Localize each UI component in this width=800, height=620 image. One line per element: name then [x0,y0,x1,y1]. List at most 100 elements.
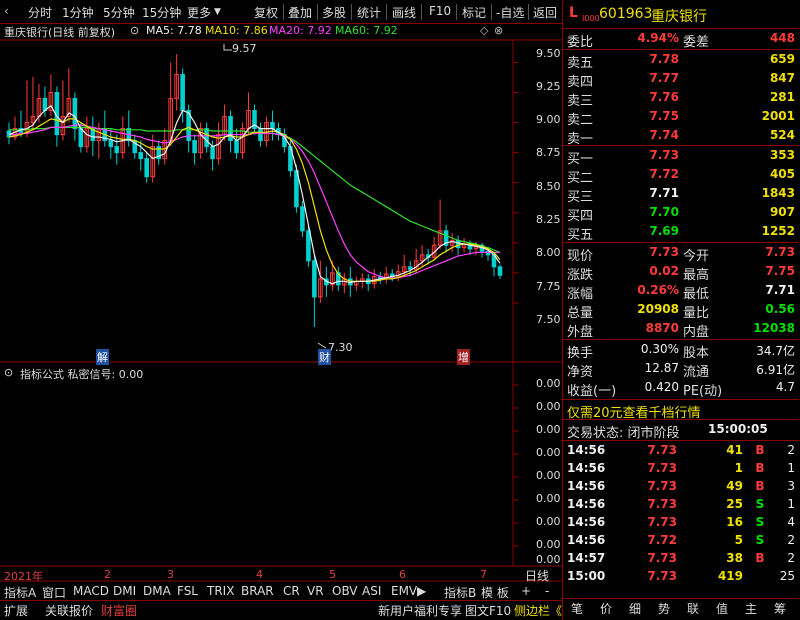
price-tick: 8.25 [536,213,561,226]
tick-time: 14:56 [567,443,606,457]
stat-label: 外盘 [567,325,594,340]
tab-macd[interactable]: MACD [73,584,109,598]
tick-count: 2 [787,443,795,457]
bid-row[interactable]: 买三 7.71 1843 [563,185,799,205]
tick-price: 7.73 [647,461,677,475]
tab-dma[interactable]: DMA [143,584,171,598]
tab-indicator-a[interactable]: 指标A [4,584,36,601]
indicator-tick: 0.00 [536,377,561,390]
side-tab[interactable]: 价 [600,600,612,617]
fund-label: 流通 [683,365,710,380]
tab-dmi[interactable]: DMI [113,584,136,598]
event-marker-zeng[interactable]: 增 [457,349,470,365]
side-tab[interactable]: 主 [745,600,757,617]
tick-direction: S [755,497,765,511]
stat-row: 现价 7.73 今开 7.73 [563,244,799,264]
candles-group [6,54,503,327]
bid-row[interactable]: 买四 7.70 907 [563,204,799,224]
tab-brar[interactable]: BRAR [241,584,274,598]
ask-row[interactable]: 卖四 7.77 847 [563,70,799,90]
ask-price: 7.75 [649,109,679,123]
tick-price: 7.73 [647,551,677,565]
tab-related-quote[interactable]: 关联报价 [45,602,93,619]
price-tick: 8.75 [536,146,561,159]
bid-row[interactable]: 买二 7.72 405 [563,166,799,186]
side-tab[interactable]: 筹 [774,600,786,617]
fund-label: PE(动) [683,384,723,399]
tab-expand[interactable]: 扩展 [4,602,28,619]
promo-link[interactable]: 新用户福利专享 [378,602,462,619]
bid-price: 7.71 [649,186,679,200]
sidebar-toggle[interactable]: 侧边栏《 [514,602,562,619]
tab-asi[interactable]: ASI [362,584,381,598]
tick-count: 3 [787,479,795,493]
bid-volume: 405 [769,167,795,181]
fund-label: 收益(一) [567,384,617,399]
tab-window[interactable]: 窗口 [42,584,66,601]
bid-row[interactable]: 买一 7.73 353 [563,147,799,167]
ask-label: 卖五 [567,56,594,71]
event-marker-jie[interactable]: 解 [96,349,109,365]
f10-text-button[interactable]: 图文F10 [465,602,511,619]
indicator-collapse-icon[interactable]: ⊙ [4,366,13,379]
tab-indicator-b[interactable]: 指标B [444,584,476,601]
tick-time: 14:56 [567,515,606,529]
tab-trix[interactable]: TRIX [207,584,234,598]
side-tab[interactable]: 势 [658,600,670,617]
indicator-tick: 0.00 [536,538,561,551]
tab-template[interactable]: 模 板 [481,584,509,601]
bid-price: 7.69 [649,224,679,238]
tab-obv[interactable]: OBV [332,584,358,598]
price-tick: 9.00 [536,113,561,126]
tick-row: 14:57 7.73 38 B 2 [563,550,799,568]
ask-row[interactable]: 卖三 7.76 281 [563,89,799,109]
tick-time: 14:56 [567,497,606,511]
side-tab[interactable]: 细 [629,600,641,617]
candle-body [180,73,185,112]
side-tab[interactable]: 笔 [571,600,583,617]
zoom-in-button[interactable]: + [521,584,531,598]
period-label[interactable]: 日线 [525,567,549,584]
ask-row[interactable]: 卖二 7.75 2001 [563,108,799,128]
tick-price: 7.73 [647,497,677,511]
tab-vr[interactable]: VR [307,584,324,598]
tab-scroll-icon[interactable]: ▶ [417,584,426,598]
candle-body [234,140,239,154]
bid-label: 买三 [567,190,594,205]
kline-chart[interactable] [0,0,562,600]
tick-count: 1 [787,497,795,511]
tab-cr[interactable]: CR [283,584,300,598]
tab-emv[interactable]: EMV [391,584,417,598]
ask-label: 卖二 [567,113,594,128]
zoom-out-button[interactable]: - [545,584,549,598]
price-tick: 9.50 [536,47,561,60]
bid-price: 7.73 [649,148,679,162]
price-tick-marks [513,61,519,304]
stat-value: 7.75 [765,264,795,278]
tick-price: 7.73 [647,569,677,583]
tick-price: 7.73 [647,479,677,493]
price-tick: 8.00 [536,246,561,259]
tick-row: 14:56 7.73 25 S 1 [563,496,799,514]
promo-row[interactable]: 仅需20元查看千档行情 [563,401,799,421]
tick-direction: B [755,479,765,493]
event-marker-cai[interactable]: 财 [318,349,331,365]
price-tick: 7.50 [536,313,561,326]
ask-row[interactable]: 卖一 7.74 524 [563,127,799,147]
side-tab[interactable]: 值 [716,600,728,617]
stat-label: 现价 [567,249,594,264]
stat-row: 涨跌 0.02 最高 7.75 [563,263,799,283]
stock-code: 601963 [599,6,653,22]
stat-row: 总量 20908 量比 0.56 [563,301,799,321]
bid-row[interactable]: 买五 7.69 1252 [563,223,799,243]
month-label: 6 [399,568,406,581]
side-tab[interactable]: 联 [687,600,699,617]
tick-count: 2 [787,551,795,565]
tick-count: 4 [787,515,795,529]
indicator-tick: 0.00 [536,469,561,482]
tick-row: 15:00 7.73 419 25 [563,568,799,586]
tick-time: 14:56 [567,479,606,493]
ask-row[interactable]: 卖五 7.78 659 [563,51,799,71]
tab-wealth-circle[interactable]: 财富圈 [101,602,137,619]
tab-fsl[interactable]: FSL [177,584,198,598]
